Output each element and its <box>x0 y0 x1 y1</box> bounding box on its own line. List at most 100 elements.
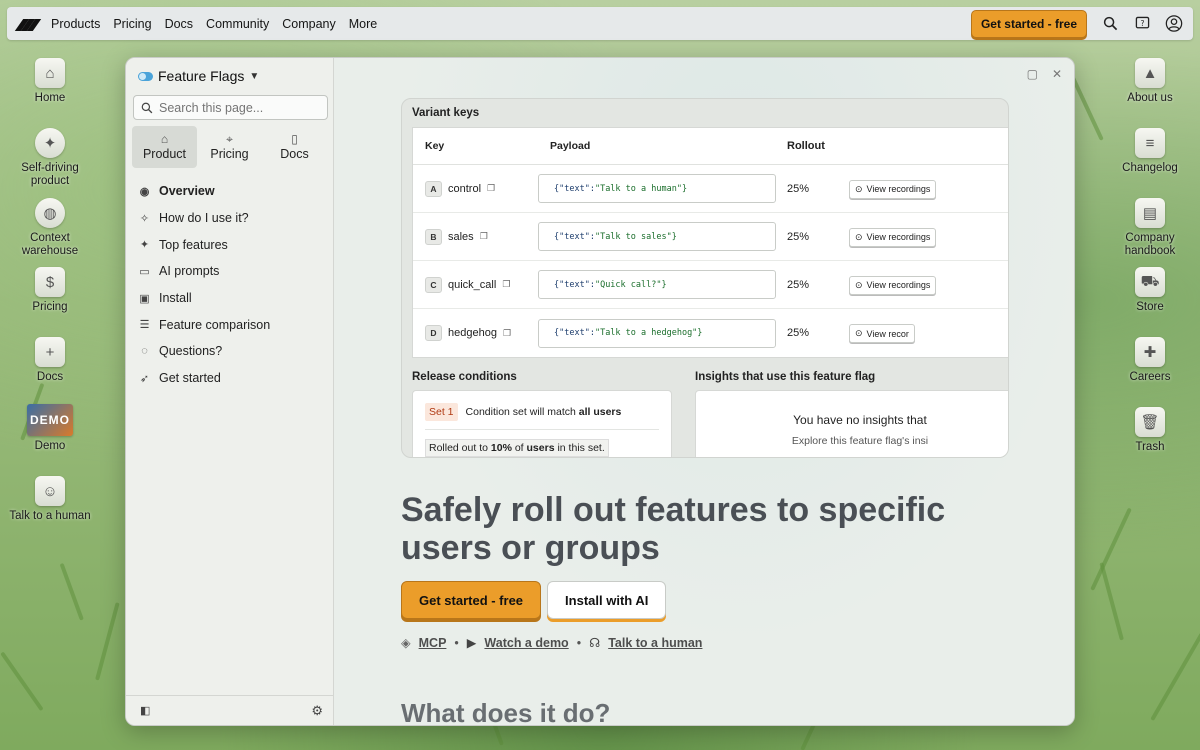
sidebar-item-feature-comparison[interactable]: ☰ Feature comparison <box>138 311 271 338</box>
brain-icon: ✦ <box>35 128 65 158</box>
table-row: Acontrol ❐ {"text": "Talk to a human"} 25… <box>413 165 1008 213</box>
variant-badge: B <box>425 228 442 245</box>
variant-keys-title: Variant keys <box>412 107 480 119</box>
nav-docs[interactable]: Docs <box>165 17 193 31</box>
sidebar-item-install[interactable]: ▣ Install <box>138 285 270 312</box>
sidebar-toggle-icon[interactable]: ◧ <box>140 704 150 717</box>
tab-docs[interactable]: ▯ Docs <box>262 126 327 168</box>
main-content: ▢ ✕ Variant keys Key Payload Rollout Aco… <box>334 58 1074 725</box>
sidebar-item-questions[interactable]: ◌ Questions? <box>138 338 270 365</box>
nav-products[interactable]: Products <box>51 17 100 31</box>
home-icon: ⌂ <box>35 58 65 88</box>
copy-icon[interactable]: ❐ <box>503 328 511 339</box>
payload-field: {"text": "Quick call?"} <box>538 270 776 299</box>
sidebar-tabs: ⌂ Product ⌖ Pricing ▯ Docs <box>132 126 328 168</box>
sidebar-item-top-features[interactable]: ✦ Top features <box>138 231 270 258</box>
desktop-self-driving-product[interactable]: ✦ Self-driving product <box>5 128 95 188</box>
hero-title: Safely roll out features to specific use… <box>401 491 946 568</box>
search-input[interactable] <box>159 100 319 115</box>
svg-text:?: ? <box>1140 19 1144 28</box>
variant-key: quick_call <box>448 278 497 291</box>
payload-field: {"text": "Talk to a human"} <box>538 174 776 203</box>
desktop-talk-to-a-human[interactable]: ☺ Talk to a human <box>5 476 95 523</box>
sidebar-item-get-started[interactable]: ➶ Get started <box>138 365 270 392</box>
desktop-about-us[interactable]: ▲ About us <box>1105 58 1195 105</box>
tab-product[interactable]: ⌂ Product <box>132 126 197 168</box>
desktop-docs[interactable]: + Docs <box>5 337 95 384</box>
insights-title: Insights that use this feature flag <box>695 371 876 383</box>
view-recordings-button[interactable]: ⊙ View recor <box>849 324 915 343</box>
sidebar-search[interactable] <box>133 95 328 120</box>
watch-demo-link[interactable]: Watch a demo <box>484 636 568 650</box>
desktop-store[interactable]: ⛟ Store <box>1105 267 1195 314</box>
variant-key: hedgehog <box>448 327 497 339</box>
view-recordings-button[interactable]: ⊙ View recordings <box>849 179 937 199</box>
sidebar-item-how-do-i-use-it[interactable]: ✧ How do I use it? <box>138 205 270 232</box>
sidebar-title[interactable]: Feature Flags ▼ <box>138 68 259 84</box>
chevron-down-icon: ▼ <box>249 70 260 82</box>
insights-panel: You have no insights that Explore this f… <box>695 390 1008 457</box>
close-icon[interactable]: ✕ <box>1052 67 1062 81</box>
desktop-company-handbook[interactable]: ▤ Company handbook <box>1105 198 1195 258</box>
rollout-value: 25% <box>787 327 810 339</box>
user-icon[interactable] <box>1165 15 1183 33</box>
desktop-trash[interactable]: 🗑 Trash <box>1105 407 1195 454</box>
play-circle-icon: ⊙ <box>855 279 863 290</box>
chat-icon[interactable]: ? <box>1133 15 1151 33</box>
copy-icon[interactable]: ❐ <box>502 279 510 290</box>
copy-icon[interactable]: ❐ <box>480 231 488 242</box>
maximize-icon[interactable]: ▢ <box>1027 67 1038 81</box>
feature-flag-preview-card: Variant keys Key Payload Rollout Acontro… <box>401 98 1009 458</box>
get-started-button[interactable]: Get started - free <box>970 9 1087 38</box>
release-conditions-title: Release conditions <box>412 371 517 383</box>
sidebar-item-overview[interactable]: ◉ Overview <box>138 178 270 205</box>
logo-icon[interactable] <box>14 17 42 31</box>
mcp-link[interactable]: MCP <box>419 636 447 650</box>
desktop-context-warehouse[interactable]: ◍ Context warehouse <box>5 198 95 258</box>
table-header: Key Payload Rollout <box>413 128 1008 165</box>
trash-icon: 🗑 <box>1135 407 1165 437</box>
desktop-changelog[interactable]: ≡ Changelog <box>1105 128 1195 175</box>
list-icon: ☰ <box>139 319 150 332</box>
headset-icon: ☊ <box>589 636 601 650</box>
table-row: Cquick_call ❐ {"text": "Quick call?"} 25%… <box>413 261 1008 309</box>
rollout-summary: Rolled out to 10% of users in this set. <box>425 439 609 457</box>
tab-pricing[interactable]: ⌖ Pricing <box>197 126 262 168</box>
nav-more[interactable]: More <box>349 17 377 31</box>
set-badge: Set 1 <box>425 403 458 421</box>
desktop-pricing[interactable]: $ Pricing <box>5 267 95 314</box>
settings-icon[interactable]: ⚙ <box>311 703 323 719</box>
window-controls: ▢ ✕ <box>1027 67 1062 81</box>
demo-icon: DEMO <box>27 404 73 436</box>
sidebar-menu: ◉ Overview ✧ How do I use it? ✦ Top feature… <box>138 178 270 392</box>
table-row: Bsales ❐ {"text": "Talk to sales"} 25% ⊙ V… <box>413 213 1008 261</box>
install-with-ai-button[interactable]: Install with AI <box>547 581 667 619</box>
variant-key: control <box>448 182 482 195</box>
table-row: Dhedgehog ❐ {"text": "Talk to a hedgehog"… <box>413 309 1008 357</box>
insights-sub-text: Explore this feature flag's insi <box>791 435 929 447</box>
toggle-icon <box>138 71 153 81</box>
sidebar-footer: ◧ ⚙ <box>126 695 333 725</box>
copy-icon[interactable]: ❐ <box>487 183 495 194</box>
view-recordings-button[interactable]: ⊙ View recordings <box>849 275 937 295</box>
eye-icon: ◉ <box>139 185 150 198</box>
condition-set: Set 1 Condition set will match all users <box>413 391 671 421</box>
nav-pricing[interactable]: Pricing <box>113 17 151 31</box>
talk-to-human-link[interactable]: Talk to a human <box>608 636 702 650</box>
sidebar-item-ai-prompts[interactable]: ▭ AI prompts <box>138 258 270 285</box>
top-nav: Products Pricing Docs Community Company … <box>7 7 1193 40</box>
search-icon[interactable] <box>1101 15 1119 33</box>
desktop-demo[interactable]: DEMO Demo <box>5 404 95 453</box>
nav-community[interactable]: Community <box>206 17 269 31</box>
nav-company[interactable]: Company <box>282 17 336 31</box>
terminal-icon: ▣ <box>139 292 150 305</box>
store-icon: ⛟ <box>1135 267 1165 297</box>
careers-icon: ✚ <box>1135 337 1165 367</box>
payload-field: {"text": "Talk to sales"} <box>538 222 776 251</box>
desktop-home[interactable]: ⌂ Home <box>5 58 95 105</box>
hero-links: ◈ MCP • ▶ Watch a demo • ☊ Talk to a hum… <box>401 635 703 651</box>
view-recordings-button[interactable]: ⊙ View recordings <box>849 227 937 247</box>
desktop-careers[interactable]: ✚ Careers <box>1105 337 1195 384</box>
hero-get-started-button[interactable]: Get started - free <box>401 581 542 619</box>
globe-icon: ◍ <box>35 198 65 228</box>
